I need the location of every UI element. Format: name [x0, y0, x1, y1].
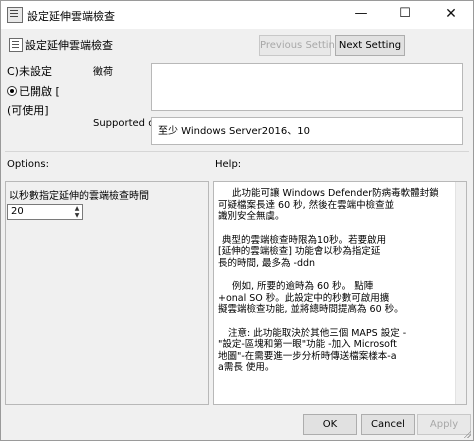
help-line: 地圖"-在需要進一步分析時傳送檔案樣本-a: [218, 350, 397, 362]
cancel-button[interactable]: Cancel: [361, 414, 415, 435]
spin-up-icon[interactable]: ▲: [72, 205, 82, 212]
help-line: 典型的雲端檢查時限為10秒。若要啟用: [222, 234, 387, 246]
radio-enabled[interactable]: 已開啟 [: [7, 83, 60, 99]
resize-grip-icon[interactable]: [461, 428, 471, 438]
timeout-value: 20: [11, 206, 24, 217]
comment-label: 徵荷: [93, 67, 113, 78]
close-button[interactable]: ✕: [429, 1, 473, 29]
next-setting-button[interactable]: Next Setting: [335, 35, 405, 56]
comment-textarea[interactable]: [151, 63, 463, 111]
radio-disabled[interactable]: (可使用]: [7, 102, 49, 118]
help-pane: 此功能可讓 Windows Defender防病毒軟體封鎖 可疑檔案長達 60 …: [213, 181, 467, 405]
help-paragraph: 例如, 所要的逾時為 60 秒。 點陣 +onal SO 秒。此設定中的秒數可啟…: [218, 281, 452, 316]
options-label: Options:: [7, 159, 49, 170]
timeout-field-label: 以秒數指定延伸的雲端檢查時間: [9, 191, 149, 202]
radio-label: 未設定: [18, 65, 52, 78]
help-line: 此功能可讓 Windows Defender防病毒軟體封鎖: [232, 188, 439, 199]
help-line: "設定-區塊和第一眼"功能 -加入 Microsoft: [218, 339, 397, 350]
radio-selected-icon: [7, 86, 17, 96]
help-paragraph: 注意: 此功能取決於其他三個 MAPS 設定 - "設定-區塊和第一眼"功能 -…: [218, 328, 452, 374]
help-line: 可疑檔案長達 60 秒, 然後在雲端中檢查並: [218, 199, 395, 211]
help-label: Help:: [215, 159, 242, 170]
help-line: 注意: 此功能取決於其他三個 MAPS 設定 -: [228, 327, 407, 339]
help-line: 例如, 所要的逾時為 60 秒。 點陣: [232, 281, 374, 292]
previous-setting-button[interactable]: Previous Setting: [259, 35, 341, 56]
setting-title: 設定延伸雲端檢查: [25, 39, 113, 52]
policy-icon: [7, 7, 23, 23]
divider: [5, 151, 469, 152]
help-paragraph: 典型的雲端檢查時限為10秒。若要啟用 [延伸的雲端檢查] 功能會以秒為指定延 長…: [218, 235, 452, 270]
help-line: a需長 使用。: [218, 362, 275, 373]
ok-button[interactable]: OK: [303, 414, 357, 435]
help-line: 擬雲端檢查功能, 並將總時間提高為 60 秒。: [218, 304, 404, 315]
minimize-button[interactable]: —: [339, 1, 383, 29]
help-line: +onal SO 秒。此設定中的秒數可啟用擴: [218, 292, 390, 304]
help-line: 長的時間, 最多為 -ddn: [218, 257, 316, 269]
title-bar: 設定延伸雲端檢查 — ☐ ✕: [1, 1, 473, 29]
help-scrollbar[interactable]: [455, 182, 466, 404]
radio-label: 可使用]: [11, 104, 49, 117]
radio-label: 已開啟 [: [19, 85, 60, 98]
timeout-stepper[interactable]: 20 ▲ ▼: [7, 204, 83, 220]
help-text: 此功能可讓 Windows Defender防病毒軟體封鎖 可疑檔案長達 60 …: [218, 188, 452, 386]
maximize-button[interactable]: ☐: [383, 1, 427, 29]
help-line: 識別安全無虞。: [218, 211, 285, 222]
help-paragraph: 此功能可讓 Windows Defender防病毒軟體封鎖 可疑檔案長達 60 …: [218, 188, 452, 223]
spin-down-icon[interactable]: ▼: [72, 212, 82, 219]
help-line: [延伸的雲端檢查] 功能會以秒為指定延: [218, 246, 381, 257]
dialog-window: 設定延伸雲端檢查 — ☐ ✕ 設定延伸雲端檢查 Previous Setting…: [0, 0, 474, 441]
radio-not-configured[interactable]: C)未設定: [7, 63, 52, 79]
supported-on-value: 至少 Windows Server2016、10: [151, 117, 463, 145]
window-title: 設定延伸雲端檢查: [27, 10, 115, 23]
radio-prefix: C): [7, 65, 19, 78]
setting-icon: [9, 38, 23, 52]
